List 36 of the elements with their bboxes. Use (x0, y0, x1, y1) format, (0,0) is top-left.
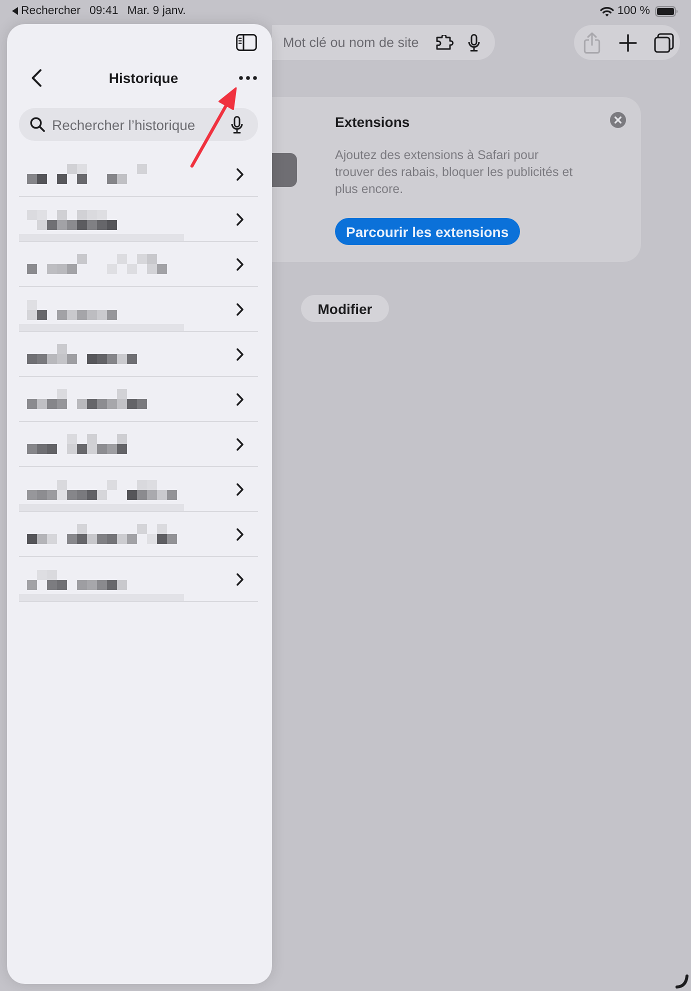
microphone-icon[interactable] (468, 34, 480, 52)
chevron-right-icon[interactable] (236, 258, 244, 270)
status-time: 09:41 (89, 5, 118, 17)
browse-extensions-button[interactable]: Parcourir les extensions (335, 218, 520, 245)
sidebar-title: Historique (108, 70, 178, 86)
battery-percent: 100 % (617, 5, 650, 17)
plus-icon[interactable] (618, 34, 636, 52)
edit-button[interactable]: Modifier (301, 295, 389, 322)
back-chevron-icon[interactable] (31, 69, 42, 87)
chevron-right-icon[interactable] (236, 168, 244, 180)
left-triangle-icon (12, 7, 18, 15)
search-field[interactable]: Rechercher l’historique (19, 108, 258, 141)
chevron-right-icon[interactable] (236, 212, 244, 226)
wifi-icon (600, 6, 614, 16)
status-date: Mar. 9 janv. (127, 5, 186, 17)
back-link[interactable]: Rechercher (12, 5, 80, 17)
chevron-right-icon[interactable] (236, 572, 244, 586)
chevron-right-icon[interactable] (236, 482, 244, 496)
chevron-right-icon[interactable] (236, 528, 244, 540)
search-icon (30, 117, 45, 132)
more-icon[interactable] (238, 76, 257, 80)
chevron-right-icon[interactable] (236, 348, 244, 360)
chevron-right-icon[interactable] (236, 302, 244, 316)
close-icon[interactable] (610, 112, 626, 128)
image-tile (272, 153, 297, 187)
corner-arc-icon (675, 973, 689, 989)
battery-icon (655, 6, 678, 16)
sidebar-icon[interactable] (236, 34, 257, 51)
card-title: Extensions (335, 114, 410, 130)
card-description: Ajoutez des extensions à Safari pour trouver des rabais, bloquer les publicités et plus encore. (335, 147, 574, 198)
tabs-icon[interactable] (654, 32, 674, 52)
address-field[interactable]: Mot clé ou nom de site (272, 25, 495, 60)
microphone-icon[interactable] (231, 116, 243, 134)
chevron-right-icon[interactable] (236, 392, 244, 406)
puzzle-icon[interactable] (436, 34, 455, 50)
chevron-right-icon[interactable] (236, 438, 244, 450)
